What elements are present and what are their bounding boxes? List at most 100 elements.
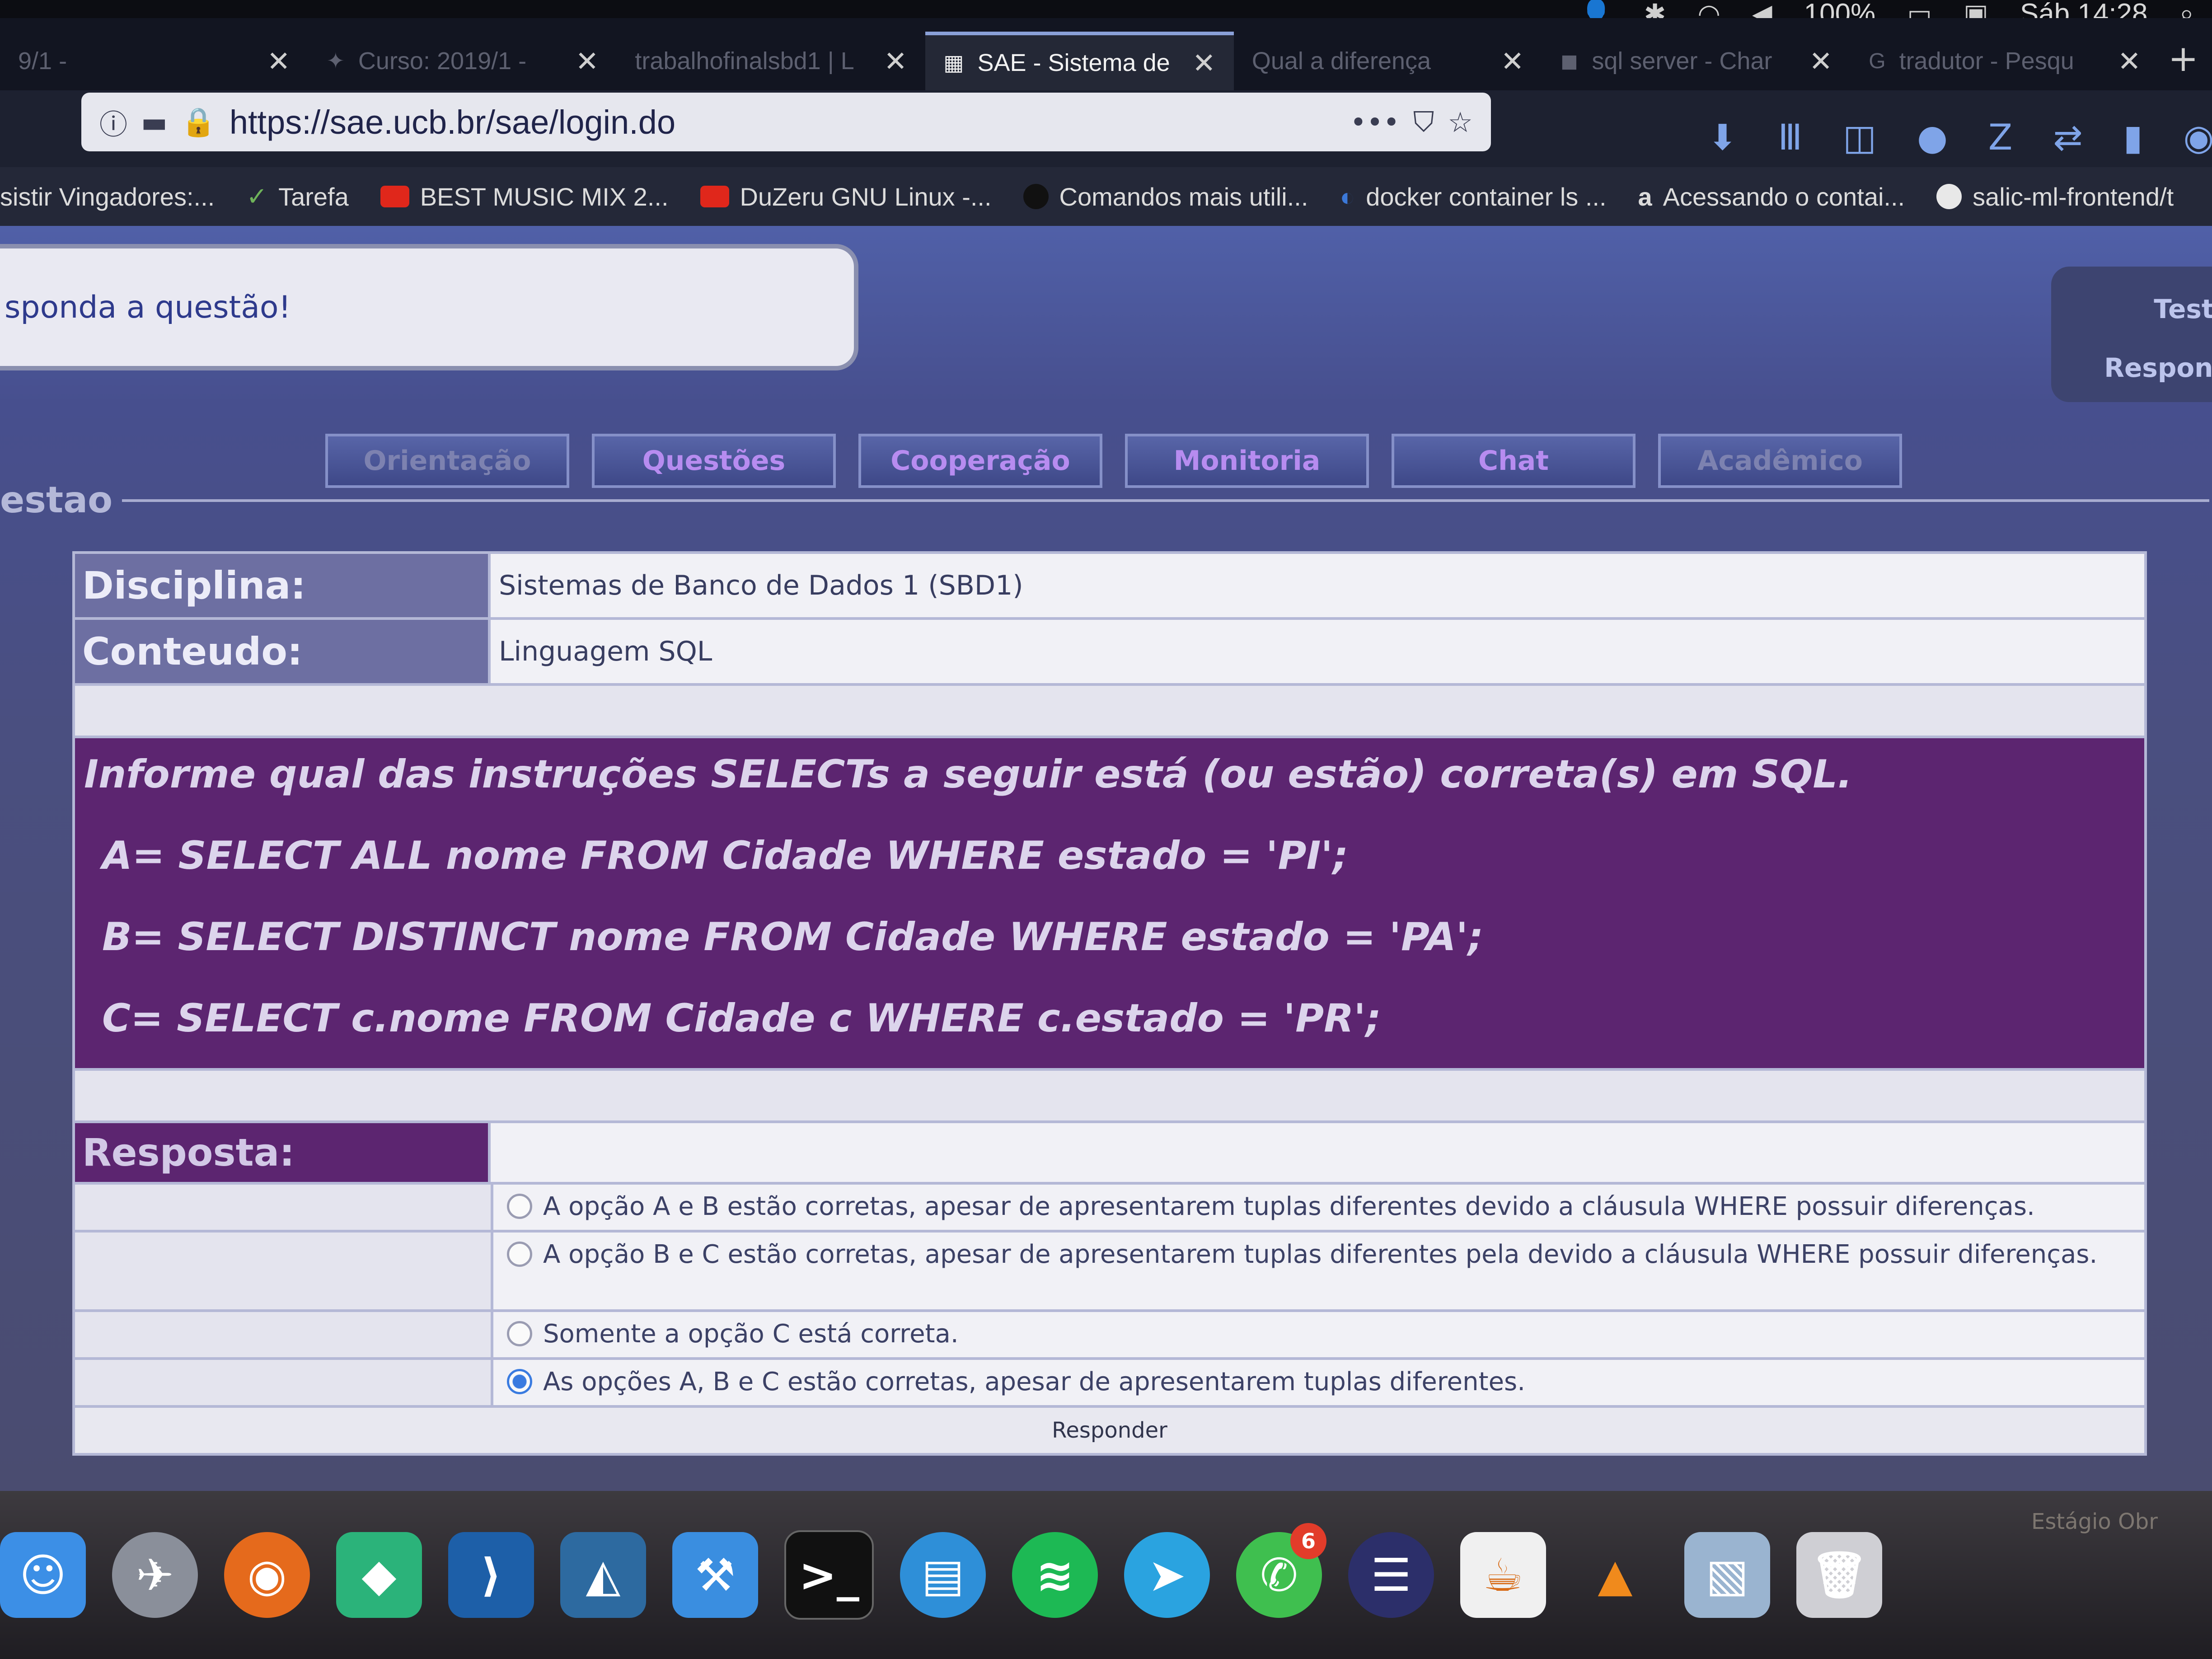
browser-tab[interactable]: G tradutor - Pesqu ✕	[1851, 32, 2159, 90]
url-text[interactable]: https://sae.ucb.br/sae/login.do	[230, 103, 1336, 141]
tab-title: trabalhofinalsbd1 | L	[635, 47, 854, 75]
browser-tab[interactable]: trabalhofinalsbd1 | L ✕	[617, 32, 925, 90]
answer-option-4[interactable]: As opções A, B e C estão corretas, apesa…	[493, 1360, 2144, 1405]
spotify-icon[interactable]: ≋	[1012, 1532, 1098, 1618]
bookmark-label: Comandos mais utili...	[1059, 182, 1308, 211]
radio-button[interactable]	[507, 1194, 532, 1219]
terminal-icon[interactable]: >_	[784, 1530, 874, 1620]
browser-tab[interactable]: 9/1 - ✕	[0, 32, 309, 90]
telegram-icon[interactable]: ➤	[1124, 1532, 1210, 1618]
statement-a: A= SELECT ALL nome FROM Cidade WHERE est…	[102, 833, 1349, 878]
close-icon[interactable]: ✕	[884, 45, 907, 78]
bookmark[interactable]: sistir Vingadores:...	[0, 182, 215, 211]
extension-icon[interactable]: ▮	[2123, 117, 2143, 158]
tab-title: sql server - Char	[1592, 47, 1772, 75]
java-icon[interactable]: ☕	[1460, 1532, 1546, 1618]
launchpad-icon[interactable]: ✈	[112, 1532, 198, 1618]
eclipse-icon[interactable]: ☰	[1348, 1532, 1434, 1618]
preview-icon[interactable]: ▧	[1684, 1532, 1770, 1618]
side-link-teste[interactable]: Teste	[2154, 294, 2212, 324]
firefox-icon[interactable]: ◉	[224, 1532, 310, 1618]
browser-toolbar: ⬇ Ⅲ ◫ ● Z ⇄ ▮ ◉	[1708, 117, 2212, 158]
page-actions-icon[interactable]: •••	[1350, 106, 1400, 139]
section-tabs: Orientação Questões Cooperação Monitoria…	[325, 434, 1902, 488]
desktop-folder-label: Estágio Obr	[2031, 1509, 2158, 1534]
sidebar-icon[interactable]: ◫	[1843, 117, 1876, 158]
answer-option-1[interactable]: A opção A e B estão corretas, apesar de …	[493, 1185, 2144, 1230]
finder-icon[interactable]: ☺	[0, 1532, 86, 1618]
address-bar[interactable]: ⓘ ▬ 🔒 https://sae.ucb.br/sae/login.do ••…	[81, 93, 1491, 151]
browser-tab-bar: 9/1 - ✕ ✦ Curso: 2019/1 - ✕ trabalhofina…	[0, 18, 2212, 90]
tab-orientacao[interactable]: Orientação	[325, 434, 569, 488]
bookmark[interactable]: a Acessando o contai...	[1638, 182, 1905, 211]
tab-questoes[interactable]: Questões	[592, 434, 836, 488]
tab-chat[interactable]: Chat	[1392, 434, 1636, 488]
android-studio-icon[interactable]: ◆	[336, 1532, 422, 1618]
account-icon[interactable]: ◉	[2184, 117, 2212, 158]
youtube-icon	[380, 186, 409, 207]
browser-tab-active[interactable]: ▦ SAE - Sistema de ✕	[925, 32, 1234, 90]
xcode-icon[interactable]: ⚒	[672, 1532, 758, 1618]
mysql-workbench-icon[interactable]: ◭	[560, 1532, 646, 1618]
bookmark[interactable]: ✓ Tarefa	[246, 182, 349, 211]
vscode-icon[interactable]: ⟩	[448, 1532, 534, 1618]
download-icon[interactable]: ⬇	[1708, 117, 1737, 158]
stackoverflow-favicon-icon: ◼	[1560, 49, 1579, 73]
bookmark[interactable]: Comandos mais utili...	[1023, 182, 1308, 211]
answer-option-2[interactable]: A opção B e C estão corretas, apesar de …	[493, 1233, 2144, 1309]
radio-button[interactable]	[507, 1321, 532, 1346]
whatsapp-icon[interactable]: ✆ 6	[1236, 1523, 1326, 1618]
spacer-row	[75, 1071, 2144, 1123]
answer-option-row: A opção A e B estão corretas, apesar de …	[75, 1185, 2144, 1233]
close-icon[interactable]: ✕	[1809, 45, 1832, 78]
trash-icon[interactable]: 🗑	[1796, 1532, 1882, 1618]
permissions-icon[interactable]: ▬	[141, 106, 168, 139]
tab-monitoria[interactable]: Monitoria	[1125, 434, 1369, 488]
bookmarks-bar: sistir Vingadores:... ✓ Tarefa BEST MUSI…	[0, 167, 2212, 226]
answer-option-3[interactable]: Somente a opção C está correta.	[493, 1312, 2144, 1357]
library-icon[interactable]: Ⅲ	[1778, 117, 1802, 158]
bookmark-label: Acessando o contai...	[1663, 182, 1905, 211]
radio-button[interactable]	[507, 1242, 532, 1267]
close-icon[interactable]: ✕	[575, 45, 599, 78]
close-icon[interactable]: ✕	[2118, 45, 2141, 78]
answer-option-row: As opções A, B e C estão corretas, apesa…	[75, 1360, 2144, 1408]
sae-favicon-icon: ▦	[943, 51, 964, 75]
pocket-icon[interactable]: ⛉	[1413, 105, 1434, 139]
responder-button[interactable]: Responder	[1049, 1417, 1170, 1443]
close-icon[interactable]: ✕	[1192, 47, 1216, 80]
tab-title: tradutor - Pesqu	[1899, 47, 2074, 75]
github-icon	[1936, 184, 1962, 209]
a-icon: a	[1638, 182, 1652, 211]
tab-cooperacao[interactable]: Cooperação	[858, 434, 1102, 488]
docker-icon: ◐	[1340, 182, 1355, 211]
browser-tab[interactable]: ◼ sql server - Char ✕	[1542, 32, 1851, 90]
side-panel: Teste Respond	[2051, 267, 2212, 402]
zotero-icon[interactable]: Z	[1988, 117, 2012, 158]
bookmark-star-icon[interactable]: ☆	[1448, 106, 1473, 139]
tab-academico[interactable]: Acadêmico	[1658, 434, 1902, 488]
browser-tab[interactable]: ✦ Curso: 2019/1 - ✕	[309, 32, 617, 90]
browser-tab[interactable]: Qual a diferença ✕	[1234, 32, 1542, 90]
bookmark[interactable]: DuZeru GNU Linux -...	[700, 182, 992, 211]
bookmark[interactable]: ◐ docker container ls ...	[1340, 182, 1606, 211]
side-link-responder[interactable]: Respond	[2104, 352, 2212, 383]
info-icon[interactable]: ⓘ	[99, 102, 127, 142]
question-form: Disciplina: Sistemas de Banco de Dados 1…	[72, 551, 2147, 1456]
extension-icon[interactable]: ●	[1917, 117, 1948, 158]
docker-icon[interactable]: ▤	[900, 1532, 986, 1618]
lock-icon[interactable]: 🔒	[181, 105, 216, 139]
vlc-icon[interactable]: ▲	[1572, 1532, 1658, 1618]
new-tab-button[interactable]: +	[2159, 37, 2212, 90]
conteudo-value: Linguagem SQL	[491, 620, 2144, 683]
radio-button-selected[interactable]	[507, 1369, 532, 1394]
youtube-icon	[700, 186, 729, 207]
page-content: sponda a questão! Teste Respond Orientaç…	[0, 226, 2212, 1491]
bookmark[interactable]: BEST MUSIC MIX 2...	[380, 182, 669, 211]
bookmark[interactable]: salic-ml-frontend/t	[1936, 182, 2174, 211]
translate-icon[interactable]: ⇄	[2053, 117, 2082, 158]
close-icon[interactable]: ✕	[267, 45, 291, 78]
disciplina-value: Sistemas de Banco de Dados 1 (SBD1)	[491, 554, 2144, 617]
divider	[122, 499, 2209, 502]
close-icon[interactable]: ✕	[1501, 45, 1524, 78]
